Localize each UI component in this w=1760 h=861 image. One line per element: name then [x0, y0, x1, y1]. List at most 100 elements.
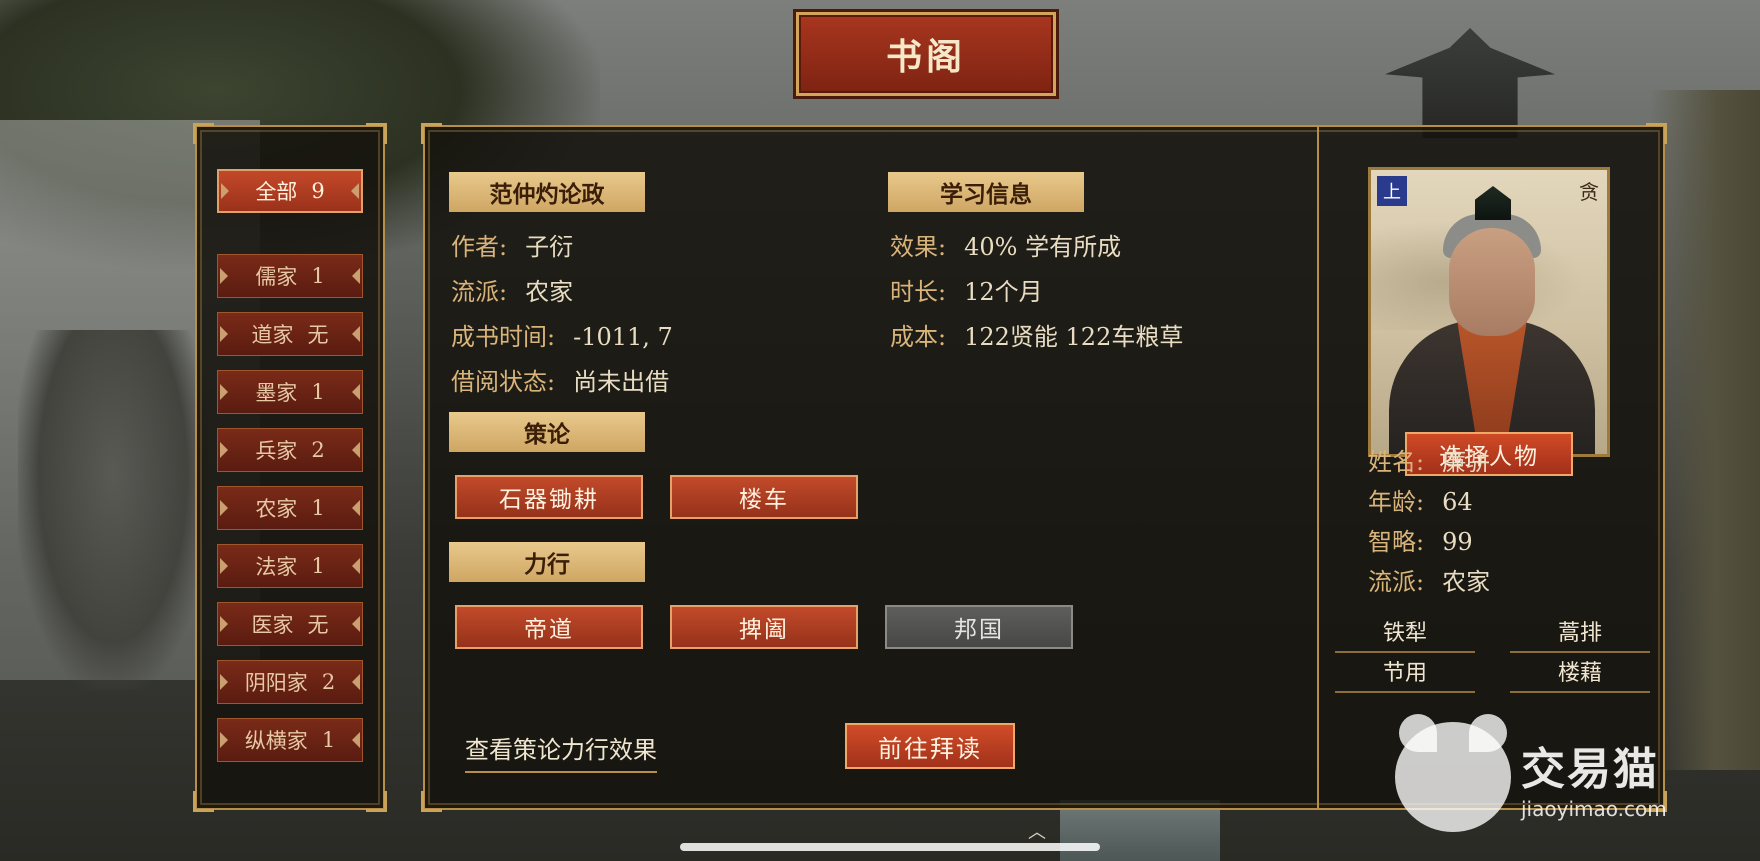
filter-yijia[interactable]: 医家 无: [217, 602, 363, 646]
panel-divider: [1317, 127, 1319, 808]
trait-item[interactable]: 蒿排: [1510, 615, 1650, 653]
loan-value: 尚未出借: [573, 368, 670, 396]
filter-nongjia[interactable]: 农家 1: [217, 486, 363, 530]
panel-corner-ornament: [421, 791, 442, 812]
school-filter-panel: 全部 9 儒家 1 道家 无 墨家 1 兵家 2 农家 1 法家 1 医家 无 …: [193, 123, 387, 812]
cost-label: 成本:: [890, 323, 947, 351]
celun-skill-button[interactable]: 石器锄耕: [455, 475, 643, 519]
book-written-date: 成书时间: -1011, 7: [451, 317, 673, 352]
filter-label: 法家: [255, 555, 298, 579]
background-scholar-figure: [18, 330, 208, 690]
filter-label: 全部: [255, 180, 298, 204]
watermark: 交易猫 jiaoyimao.com: [1395, 714, 1667, 832]
duration-value: 12个月: [964, 278, 1043, 306]
filter-count: 无: [307, 613, 329, 637]
filter-count: 2: [321, 670, 336, 694]
author-label: 作者:: [451, 233, 508, 261]
filter-daojia[interactable]: 道家 无: [217, 312, 363, 356]
go-read-button[interactable]: 前往拜读: [845, 723, 1015, 769]
study-cost: 成本: 122贤能 122车粮草: [890, 317, 1183, 352]
trait-item[interactable]: 楼藉: [1510, 655, 1650, 693]
character-school-label: 流派:: [1368, 568, 1425, 596]
filter-label: 医家: [251, 613, 294, 637]
trait-item[interactable]: 节用: [1335, 655, 1475, 693]
filter-count: 1: [311, 264, 325, 288]
age-value: 64: [1442, 488, 1473, 516]
name-value: 廉骈: [1442, 448, 1491, 476]
book-title-tag: 范仲灼论政: [449, 172, 645, 212]
name-label: 姓名:: [1368, 448, 1425, 476]
page-title: 书阁: [885, 36, 966, 78]
filter-count: 1: [311, 496, 325, 520]
filter-rujia[interactable]: 儒家 1: [217, 254, 363, 298]
filter-count: 1: [311, 554, 325, 578]
school-value: 农家: [525, 278, 574, 306]
character-portrait[interactable]: 上 贪: [1368, 167, 1610, 457]
filter-count: 2: [311, 438, 325, 462]
chevron-up-icon: ︿: [1028, 822, 1046, 843]
filter-label: 儒家: [255, 265, 298, 289]
character-name: 姓名: 廉骈: [1368, 442, 1490, 477]
written-label: 成书时间:: [451, 323, 556, 351]
filter-all[interactable]: 全部 9: [217, 169, 363, 213]
filter-count: 无: [307, 323, 329, 347]
wisdom-label: 智略:: [1368, 528, 1425, 556]
portrait-face: [1449, 228, 1535, 336]
study-duration: 时长: 12个月: [890, 272, 1043, 307]
book-school: 流派: 农家: [451, 272, 573, 307]
written-value: -1011, 7: [573, 323, 673, 351]
character-age: 年龄: 64: [1368, 482, 1473, 517]
trait-badge: 贪: [1579, 180, 1599, 204]
filter-label: 道家: [251, 323, 294, 347]
home-indicator[interactable]: [680, 843, 1100, 851]
filter-yinyangjia[interactable]: 阴阳家 2: [217, 660, 363, 704]
title-plaque: 书阁: [796, 12, 1056, 96]
study-effect: 效果: 40% 学有所成: [890, 227, 1121, 262]
filter-bingjia[interactable]: 兵家 2: [217, 428, 363, 472]
filter-label: 阴阳家: [244, 671, 308, 695]
celun-tag: 策论: [449, 412, 645, 452]
lixing-skill-button-disabled[interactable]: 邦国: [885, 605, 1073, 649]
lixing-tag: 力行: [449, 542, 645, 582]
study-info-tag: 学习信息: [888, 172, 1084, 212]
effect-value: 40% 学有所成: [964, 233, 1122, 261]
trait-item[interactable]: 铁犁: [1335, 615, 1475, 653]
character-school-value: 农家: [1442, 568, 1491, 596]
effect-label: 效果:: [890, 233, 947, 261]
character-wisdom: 智略: 99: [1368, 522, 1473, 557]
rank-badge: 上: [1377, 176, 1407, 206]
background-pagoda: [1385, 28, 1555, 138]
panel-corner-ornament: [1646, 123, 1667, 144]
book-author: 作者: 子衍: [451, 227, 573, 262]
filter-label: 纵横家: [244, 729, 308, 753]
watermark-cn: 交易猫: [1521, 744, 1659, 795]
filter-label: 兵家: [255, 439, 298, 463]
filter-count: 1: [311, 380, 325, 404]
background-cliff: [1650, 90, 1760, 770]
wisdom-value: 99: [1442, 528, 1473, 556]
book-detail-panel: 范仲灼论政 作者: 子衍 流派: 农家 成书时间: -1011, 7 借阅状态: 尚未出…: [421, 123, 1667, 812]
filter-fajia[interactable]: 法家 1: [217, 544, 363, 588]
panel-corner-ornament: [421, 123, 442, 144]
character-school: 流派: 农家: [1368, 562, 1490, 597]
panel-corner-ornament: [366, 123, 387, 144]
cat-logo-icon: [1395, 714, 1511, 832]
panel-corner-ornament: [366, 791, 387, 812]
duration-label: 时长:: [890, 278, 947, 306]
loan-label: 借阅状态:: [451, 368, 556, 396]
age-label: 年龄:: [1368, 488, 1425, 516]
filter-mojia[interactable]: 墨家 1: [217, 370, 363, 414]
lixing-skill-button[interactable]: 帝道: [455, 605, 643, 649]
book-loan-status: 借阅状态: 尚未出借: [451, 362, 669, 397]
filter-label: 农家: [255, 497, 298, 521]
cost-value: 122贤能 122车粮草: [964, 323, 1184, 351]
filter-zonghengjia[interactable]: 纵横家 1: [217, 718, 363, 762]
school-label: 流派:: [451, 278, 508, 306]
celun-skill-button[interactable]: 楼车: [670, 475, 858, 519]
filter-count: 1: [321, 728, 336, 752]
watermark-text: 交易猫 jiaoyimao.com: [1521, 733, 1667, 821]
view-effects-link[interactable]: 查看策论力行效果: [465, 730, 657, 773]
lixing-skill-button[interactable]: 捭阖: [670, 605, 858, 649]
panel-corner-ornament: [193, 791, 214, 812]
author-value: 子衍: [525, 233, 574, 261]
